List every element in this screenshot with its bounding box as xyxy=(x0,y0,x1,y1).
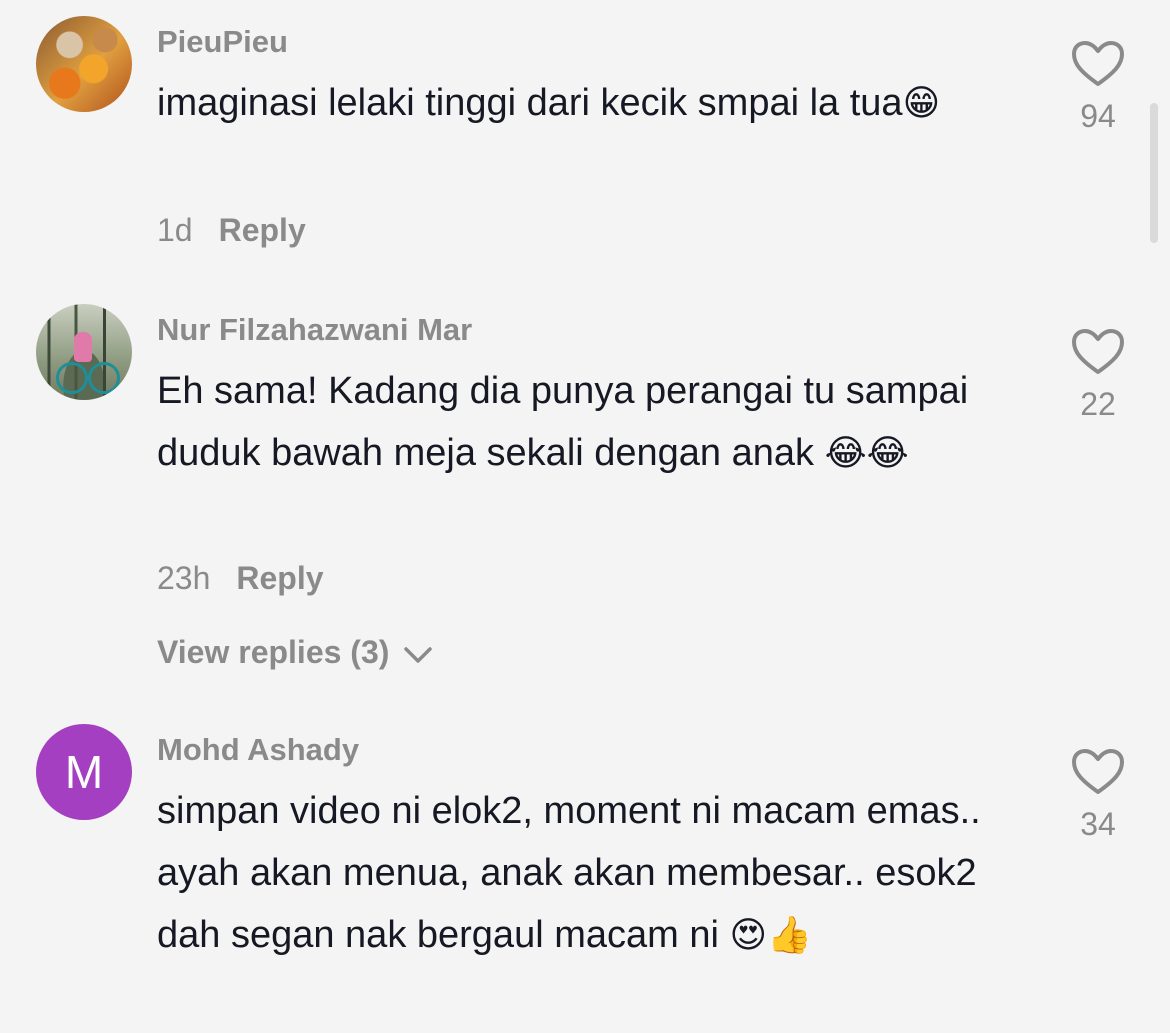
reply-button[interactable]: Reply xyxy=(219,212,306,248)
avatar-wheel xyxy=(88,362,120,394)
comment-text: simpan video ni elok2, moment ni macam e… xyxy=(157,780,1017,967)
emoji: 😍👍 xyxy=(729,915,812,956)
emoji: 😂😂 xyxy=(824,433,909,474)
reply-button[interactable]: Reply xyxy=(236,560,323,596)
comment-username[interactable]: Mohd Ashady xyxy=(157,732,359,768)
heart-icon xyxy=(1072,41,1124,86)
comment-time: 1d xyxy=(157,212,193,248)
avatar-letter: M xyxy=(64,746,104,798)
heart-icon xyxy=(1072,749,1124,794)
chevron-down-icon xyxy=(404,646,433,663)
avatar-wheel xyxy=(56,362,88,394)
comment-time: 23h xyxy=(157,560,211,596)
comment-text-content: imaginasi lelaki tinggi dari kecik smpai… xyxy=(157,82,903,124)
scrollbar[interactable] xyxy=(1150,103,1158,243)
avatar[interactable] xyxy=(36,304,132,400)
avatar[interactable] xyxy=(36,16,132,112)
comment-username[interactable]: Nur Filzahazwani Mar xyxy=(157,312,472,348)
comment-text: Eh sama! Kadang dia punya perangai tu sa… xyxy=(157,360,1017,485)
like-button[interactable]: 94 xyxy=(1064,40,1132,135)
view-replies-button[interactable]: View replies (3) xyxy=(157,634,433,671)
like-count: 94 xyxy=(1080,98,1116,134)
comment-text: imaginasi lelaki tinggi dari kecik smpai… xyxy=(157,72,1017,135)
comment-username[interactable]: PieuPieu xyxy=(157,24,288,60)
avatar-rider xyxy=(74,332,92,362)
comment-text-content: simpan video ni elok2, moment ni macam e… xyxy=(157,790,981,956)
emoji: 😁 xyxy=(902,83,941,124)
avatar[interactable]: M xyxy=(36,724,132,820)
like-count: 22 xyxy=(1080,386,1116,422)
comment-meta: 23h Reply xyxy=(157,560,324,597)
view-replies-label: View replies (3) xyxy=(157,634,390,670)
like-button[interactable]: 34 xyxy=(1064,748,1132,843)
comment-meta: 1d Reply xyxy=(157,212,306,249)
like-count: 34 xyxy=(1080,806,1116,842)
heart-icon xyxy=(1072,329,1124,374)
like-button[interactable]: 22 xyxy=(1064,328,1132,423)
